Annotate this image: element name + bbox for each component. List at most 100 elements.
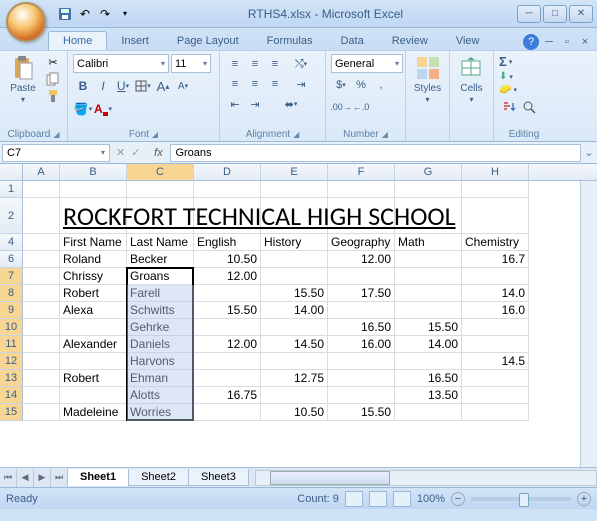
- row-header-10[interactable]: 10: [0, 319, 23, 336]
- increase-decimal-button[interactable]: .00→: [331, 97, 351, 117]
- find-select-button[interactable]: [519, 97, 539, 117]
- cell-H10[interactable]: [462, 319, 529, 336]
- tab-insert[interactable]: Insert: [107, 32, 163, 50]
- tab-page-layout[interactable]: Page Layout: [163, 32, 253, 50]
- sheet-nav-next-icon[interactable]: ▶: [34, 469, 51, 487]
- help-icon[interactable]: ?: [523, 34, 539, 50]
- cell-G1[interactable]: [395, 181, 462, 198]
- cut-icon[interactable]: ✂: [44, 54, 62, 70]
- cell-A9[interactable]: [23, 302, 60, 319]
- cell-C11[interactable]: Daniels: [127, 336, 194, 353]
- cell-A11[interactable]: [23, 336, 60, 353]
- cell-B9[interactable]: Alexa: [60, 302, 127, 319]
- tab-view[interactable]: View: [442, 32, 494, 50]
- row-header-4[interactable]: 4: [0, 234, 23, 251]
- percent-button[interactable]: %: [351, 75, 371, 95]
- cell-G14[interactable]: 13.50: [395, 387, 462, 404]
- zoom-out-button[interactable]: −: [451, 492, 465, 506]
- cell-G9[interactable]: [395, 302, 462, 319]
- autosum-button[interactable]: Σ▾: [499, 54, 549, 69]
- name-box[interactable]: C7▾: [2, 144, 110, 162]
- cell-H11[interactable]: [462, 336, 529, 353]
- cell-B15[interactable]: Madeleine: [60, 404, 127, 421]
- tab-formulas[interactable]: Formulas: [253, 32, 327, 50]
- cell-G15[interactable]: [395, 404, 462, 421]
- cell-F11[interactable]: 16.00: [328, 336, 395, 353]
- shrink-font-button[interactable]: A▾: [173, 76, 193, 96]
- cell-F6[interactable]: 12.00: [328, 251, 395, 268]
- cell-F12[interactable]: [328, 353, 395, 370]
- cell-G4[interactable]: Math: [395, 234, 462, 251]
- undo-icon[interactable]: ↶: [76, 5, 94, 23]
- cell-G6[interactable]: [395, 251, 462, 268]
- dialog-launcher-icon[interactable]: ◢: [53, 130, 59, 139]
- maximize-button[interactable]: □: [543, 5, 567, 23]
- save-icon[interactable]: [56, 5, 74, 23]
- cell-F8[interactable]: 17.50: [328, 285, 395, 302]
- cell-C1[interactable]: [127, 181, 194, 198]
- cancel-formula-icon[interactable]: ✕: [116, 146, 125, 159]
- row-header-8[interactable]: 8: [0, 285, 23, 302]
- cell-F1[interactable]: [328, 181, 395, 198]
- row-header-15[interactable]: 15: [0, 404, 23, 421]
- cell-E10[interactable]: [261, 319, 328, 336]
- align-middle-button[interactable]: ≡: [245, 54, 265, 74]
- page-layout-view-button[interactable]: [369, 491, 387, 507]
- format-painter-icon[interactable]: [44, 88, 62, 104]
- cell-A10[interactable]: [23, 319, 60, 336]
- cell-E8[interactable]: 15.50: [261, 285, 328, 302]
- fx-icon[interactable]: fx: [146, 147, 170, 159]
- tab-home[interactable]: Home: [48, 31, 107, 50]
- sort-filter-button[interactable]: [499, 97, 519, 117]
- number-format-combo[interactable]: General▾: [331, 54, 403, 73]
- row-header-11[interactable]: 11: [0, 336, 23, 353]
- cell-H15[interactable]: [462, 404, 529, 421]
- cell-D10[interactable]: [194, 319, 261, 336]
- office-button[interactable]: [6, 2, 46, 42]
- wrap-text-button[interactable]: ⇥: [291, 74, 311, 94]
- cell-E6[interactable]: [261, 251, 328, 268]
- cell-G11[interactable]: 14.00: [395, 336, 462, 353]
- clear-button[interactable]: 🧽▾: [499, 84, 549, 95]
- grow-font-button[interactable]: A▴: [153, 76, 173, 96]
- column-header-F[interactable]: F: [328, 164, 395, 180]
- align-right-button[interactable]: ≡: [265, 74, 285, 94]
- cell-G10[interactable]: 15.50: [395, 319, 462, 336]
- cell-F14[interactable]: [328, 387, 395, 404]
- cell-H13[interactable]: [462, 370, 529, 387]
- font-size-combo[interactable]: 11▾: [171, 54, 211, 73]
- cell-D7[interactable]: 12.00: [194, 268, 261, 285]
- ribbon-restore-button[interactable]: ▫: [559, 34, 575, 50]
- spreadsheet-grid[interactable]: ABCDEFGH 1246789101112131415 ROCKFORT TE…: [0, 164, 597, 467]
- font-name-combo[interactable]: Calibri▾: [73, 54, 169, 73]
- cell-B4[interactable]: First Name: [60, 234, 127, 251]
- cell-D6[interactable]: 10.50: [194, 251, 261, 268]
- row-header-1[interactable]: 1: [0, 181, 23, 198]
- fill-color-button[interactable]: 🪣▾: [73, 99, 93, 119]
- cell-G12[interactable]: [395, 353, 462, 370]
- cell-A12[interactable]: [23, 353, 60, 370]
- cell-B6[interactable]: Roland: [60, 251, 127, 268]
- cell-A15[interactable]: [23, 404, 60, 421]
- select-all-corner[interactable]: [0, 164, 23, 180]
- cell-G8[interactable]: [395, 285, 462, 302]
- sheet-tab-2[interactable]: Sheet2: [128, 469, 189, 486]
- column-header-H[interactable]: H: [462, 164, 529, 180]
- cell-F15[interactable]: 15.50: [328, 404, 395, 421]
- cell-E1[interactable]: [261, 181, 328, 198]
- orientation-button[interactable]: ⤭▾: [291, 54, 311, 74]
- cell-D4[interactable]: English: [194, 234, 261, 251]
- cell-D13[interactable]: [194, 370, 261, 387]
- cell-E9[interactable]: 14.00: [261, 302, 328, 319]
- decrease-indent-button[interactable]: ⇤: [225, 94, 245, 114]
- normal-view-button[interactable]: [345, 491, 363, 507]
- row-header-14[interactable]: 14: [0, 387, 23, 404]
- formula-input[interactable]: Groans: [170, 144, 581, 162]
- sheet-tab-3[interactable]: Sheet3: [188, 469, 249, 486]
- italic-button[interactable]: I: [93, 76, 113, 96]
- cell-H12[interactable]: 14.5: [462, 353, 529, 370]
- align-top-button[interactable]: ≡: [225, 54, 245, 74]
- sheet-nav-first-icon[interactable]: ⏮: [0, 469, 17, 487]
- cell-H8[interactable]: 14.0: [462, 285, 529, 302]
- cell-C9[interactable]: Schwitts: [127, 302, 194, 319]
